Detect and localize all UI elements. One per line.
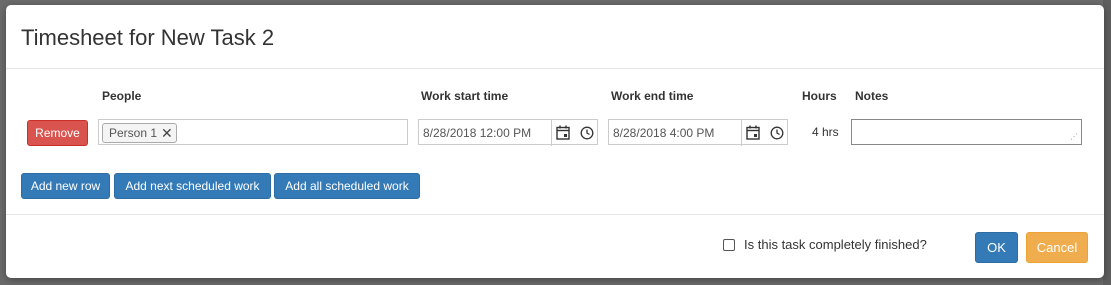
calendar-icon[interactable] xyxy=(746,125,760,140)
column-header-people: People xyxy=(102,89,142,103)
resize-grip-icon[interactable]: ⋰ xyxy=(1070,133,1078,141)
add-new-row-button[interactable]: Add new row xyxy=(21,173,110,199)
timesheet-dialog: Timesheet for New Task 2 People Work sta… xyxy=(6,5,1104,278)
start-datetime-value[interactable]: 8/28/2018 12:00 PM xyxy=(423,126,531,140)
page-backdrop xyxy=(1103,0,1111,285)
remove-row-button[interactable]: Remove xyxy=(27,120,88,146)
end-datetime-picker: 8/28/2018 4:00 PM xyxy=(608,119,788,146)
start-divider xyxy=(551,120,552,146)
ok-button[interactable]: OK xyxy=(975,232,1018,263)
column-header-notes: Notes xyxy=(855,89,889,103)
end-divider xyxy=(741,120,742,146)
people-select[interactable]: Person 1 ✕ xyxy=(98,119,408,145)
column-header-end: Work end time xyxy=(611,89,694,103)
finished-checkbox[interactable] xyxy=(723,239,735,251)
person-tag: Person 1 ✕ xyxy=(102,123,177,143)
add-next-scheduled-button[interactable]: Add next scheduled work xyxy=(114,173,271,199)
end-datetime-value[interactable]: 8/28/2018 4:00 PM xyxy=(613,126,714,140)
column-header-start: Work start time xyxy=(421,89,509,103)
person-tag-label: Person 1 xyxy=(109,126,158,140)
notes-textarea[interactable]: ⋰ xyxy=(851,119,1082,145)
clock-icon[interactable] xyxy=(580,126,594,140)
add-all-scheduled-button[interactable]: Add all scheduled work xyxy=(274,173,420,199)
calendar-icon[interactable] xyxy=(556,125,570,140)
footer-divider xyxy=(6,214,1104,215)
dialog-header: Timesheet for New Task 2 xyxy=(6,5,1104,69)
remove-person-icon[interactable]: ✕ xyxy=(161,126,173,140)
column-header-hours: Hours xyxy=(802,89,837,103)
clock-icon[interactable] xyxy=(770,126,784,140)
dialog-title: Timesheet for New Task 2 xyxy=(21,25,275,50)
cancel-button[interactable]: Cancel xyxy=(1026,232,1088,263)
start-datetime-picker: 8/28/2018 12:00 PM xyxy=(418,119,598,146)
hours-value: 4 hrs xyxy=(812,125,839,139)
finished-label[interactable]: Is this task completely finished? xyxy=(744,237,927,252)
